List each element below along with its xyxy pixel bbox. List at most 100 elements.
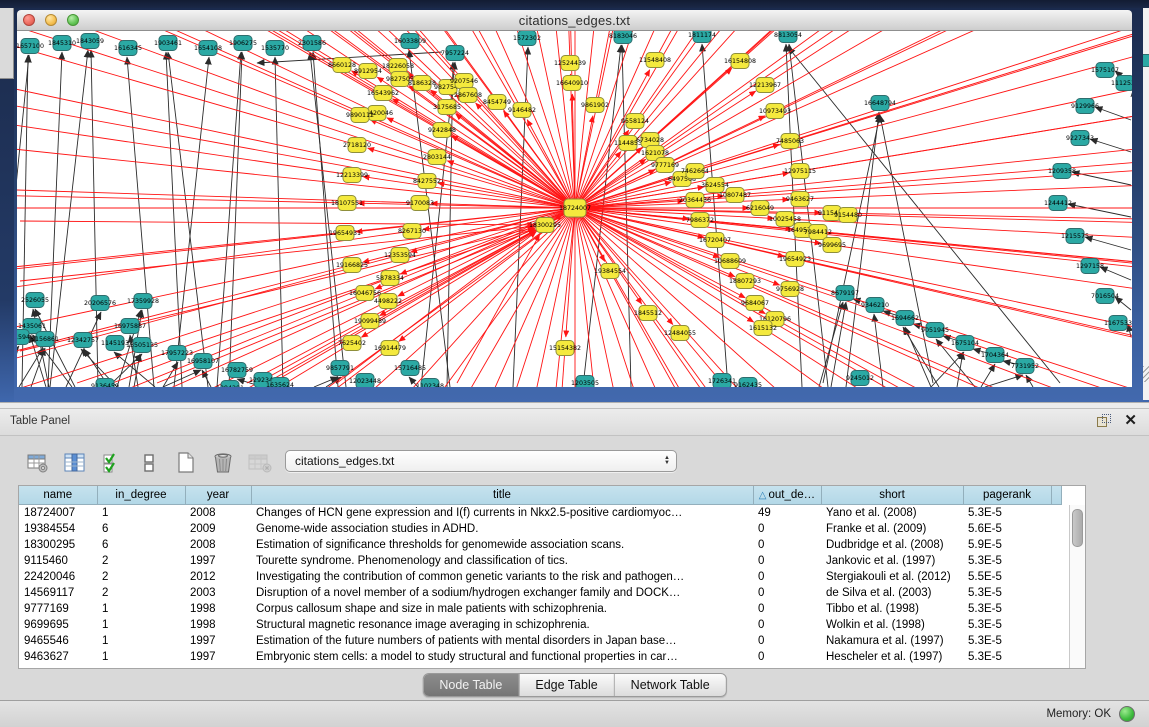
graph-node[interactable]: 11548408 [639, 53, 671, 68]
graph-node[interactable]: 3624554 [701, 178, 729, 193]
new-table-icon[interactable] [174, 451, 198, 475]
node-table[interactable]: namein_degreeyeartitle△out_de…shortpager… [19, 486, 1062, 665]
close-panel-icon[interactable]: ✕ [1124, 413, 1137, 428]
graph-node[interactable]: 1704364 [981, 348, 1009, 363]
table-row[interactable]: 969969511998Structural magnetic resonanc… [19, 617, 1061, 633]
graph-node[interactable]: 1906275 [229, 36, 257, 51]
graph-node[interactable]: 8427552 [413, 174, 441, 189]
show-columns-icon[interactable] [63, 451, 87, 475]
column-header-title[interactable]: title [251, 486, 753, 505]
unselect-all-icon[interactable] [137, 451, 161, 475]
table-row[interactable]: 1830029562008Estimation of significance … [19, 537, 1061, 553]
graph-node[interactable]: 20206576 [84, 296, 116, 311]
graph-node[interactable]: 9756928 [776, 282, 804, 297]
graph-node[interactable]: 12213967 [749, 78, 781, 93]
panel-splitter[interactable]: ▴ [0, 402, 1149, 409]
graph-node[interactable]: 16975887 [114, 319, 146, 334]
table-row[interactable]: 1938455462009Genome-wide association stu… [19, 521, 1061, 537]
graph-node[interactable]: 1112537 [1111, 76, 1132, 91]
graph-node[interactable]: 19654923 [779, 252, 811, 267]
graph-node[interactable]: 16543962 [367, 86, 399, 101]
graph-node[interactable]: 1903461 [154, 36, 182, 51]
column-header-in_degree[interactable]: in_degree [97, 486, 185, 505]
graph-node[interactable]: 19166825 [336, 258, 368, 273]
graph-node[interactable]: 16782759 [221, 363, 253, 378]
graph-node[interactable]: 2803144 [423, 150, 451, 165]
graph-node[interactable]: 9162435 [734, 378, 762, 388]
graph-node[interactable]: 1657100 [17, 39, 44, 54]
graph-node[interactable]: 1145193 [101, 336, 129, 351]
window-titlebar[interactable]: citations_edges.txt [17, 10, 1132, 31]
column-header-short[interactable]: short [821, 486, 963, 505]
table-selector[interactable]: citations_edges.txt ▲▼ [285, 450, 677, 472]
graph-node[interactable]: 19384554 [594, 264, 626, 279]
svg-text:10025458: 10025458 [769, 216, 801, 223]
graph-node[interactable]: 5878334 [376, 271, 404, 286]
tab-node-table[interactable]: Node Table [423, 674, 518, 696]
graph-node[interactable]: 1294201 [216, 381, 244, 388]
svg-text:13505135: 13505135 [126, 342, 158, 349]
table-scrollbar[interactable] [1069, 505, 1085, 668]
graph-node[interactable]: 1215575 [1061, 229, 1089, 244]
graph-node[interactable]: 1843059 [76, 34, 104, 49]
graph-node[interactable]: 1167533 [1104, 316, 1132, 331]
table-row[interactable]: 946362711997Embryonic stem cells: a mode… [19, 649, 1061, 665]
graph-node[interactable]: 18724007 [559, 199, 591, 217]
svg-text:1845310: 1845310 [48, 40, 76, 47]
graph-node[interactable]: 12484055 [664, 326, 696, 341]
graph-node[interactable]: 9146482 [508, 103, 536, 118]
node-table-container[interactable]: namein_degreeyeartitle△out_de…shortpager… [18, 485, 1086, 669]
graph-node[interactable]: 1535770 [261, 41, 289, 56]
graph-node[interactable]: 16914479 [374, 341, 406, 356]
graph-node[interactable]: 1726341 [708, 374, 736, 388]
column-header-out_degree[interactable]: △out_de… [753, 486, 821, 505]
graph-node[interactable]: 9346210 [861, 298, 889, 313]
graph-node[interactable]: 1694662 [891, 311, 919, 326]
table-row[interactable]: 946554611997Estimation of the future num… [19, 633, 1061, 649]
graph-node[interactable]: 7731952 [1011, 359, 1039, 374]
graph-node[interactable]: 15154382 [549, 341, 581, 356]
tab-edge-table[interactable]: Edge Table [518, 674, 613, 696]
graph-node[interactable]: 16640910 [556, 76, 588, 91]
graph-node[interactable]: 12975115 [784, 164, 816, 179]
graph-node[interactable]: 16720407 [699, 233, 731, 248]
graph-node[interactable]: 16154808 [724, 54, 756, 69]
graph-node[interactable]: 8912954 [354, 64, 382, 79]
column-header-year[interactable]: year [185, 486, 251, 505]
graph-node[interactable]: 2718120 [343, 138, 371, 153]
graph-node[interactable]: 1575107 [1091, 63, 1119, 78]
graph-node[interactable]: 9227343 [1066, 131, 1094, 146]
table-row[interactable]: 2242004622012Investigating the contribut… [19, 569, 1061, 585]
graph-node[interactable]: 2526055 [21, 293, 49, 308]
citation-network-graph[interactable]: 1657100184531018430591616345190346116541… [17, 31, 1132, 387]
graph-node[interactable]: 9129966 [1071, 99, 1099, 114]
graph-node[interactable]: 1616345 [114, 41, 142, 56]
network-view-window[interactable]: citations_edges.txt 1657100 1845310184305… [14, 8, 1143, 402]
table-settings-icon[interactable] [26, 451, 50, 475]
table-row[interactable]: 1872400712008Changes of HCN gene express… [19, 505, 1061, 522]
table-row[interactable]: 911546021997Tourette syndrome. Phenomeno… [19, 553, 1061, 569]
tab-network-table[interactable]: Network Table [614, 674, 726, 696]
graph-node[interactable]: 16648794 [864, 96, 896, 111]
graph-node[interactable]: 12342757 [67, 333, 99, 348]
graph-node[interactable]: 8183046 [609, 31, 637, 44]
scrollbar-thumb[interactable] [1072, 509, 1083, 547]
graph-node[interactable]: 15716485 [394, 361, 426, 376]
column-header-name[interactable]: name [19, 486, 97, 505]
graph-node[interactable]: 19654931 [329, 226, 361, 241]
graph-node[interactable]: 8813054 [774, 31, 802, 43]
delete-icon[interactable] [211, 451, 235, 475]
graph-node[interactable]: 7016504 [1091, 289, 1119, 304]
network-canvas[interactable]: 1657100184531018430591616345190346116541… [17, 31, 1132, 387]
graph-node[interactable]: 8679197 [831, 286, 859, 301]
select-all-icon[interactable] [100, 451, 124, 475]
table-row[interactable]: 1456911722003Disruption of a novel membe… [19, 585, 1061, 601]
float-panel-icon[interactable] [1097, 414, 1110, 427]
column-header-pagerank[interactable]: pagerank [963, 486, 1051, 505]
graph-node[interactable]: 1572302 [513, 31, 541, 46]
table-row[interactable]: 977716911998Corpus callosum shape and si… [19, 601, 1061, 617]
graph-node[interactable]: 20364436 [679, 193, 711, 208]
svg-text:16033809: 16033809 [394, 38, 426, 45]
graph-node[interactable]: 17359928 [127, 294, 159, 309]
graph-node[interactable]: 9051945 [921, 323, 949, 338]
